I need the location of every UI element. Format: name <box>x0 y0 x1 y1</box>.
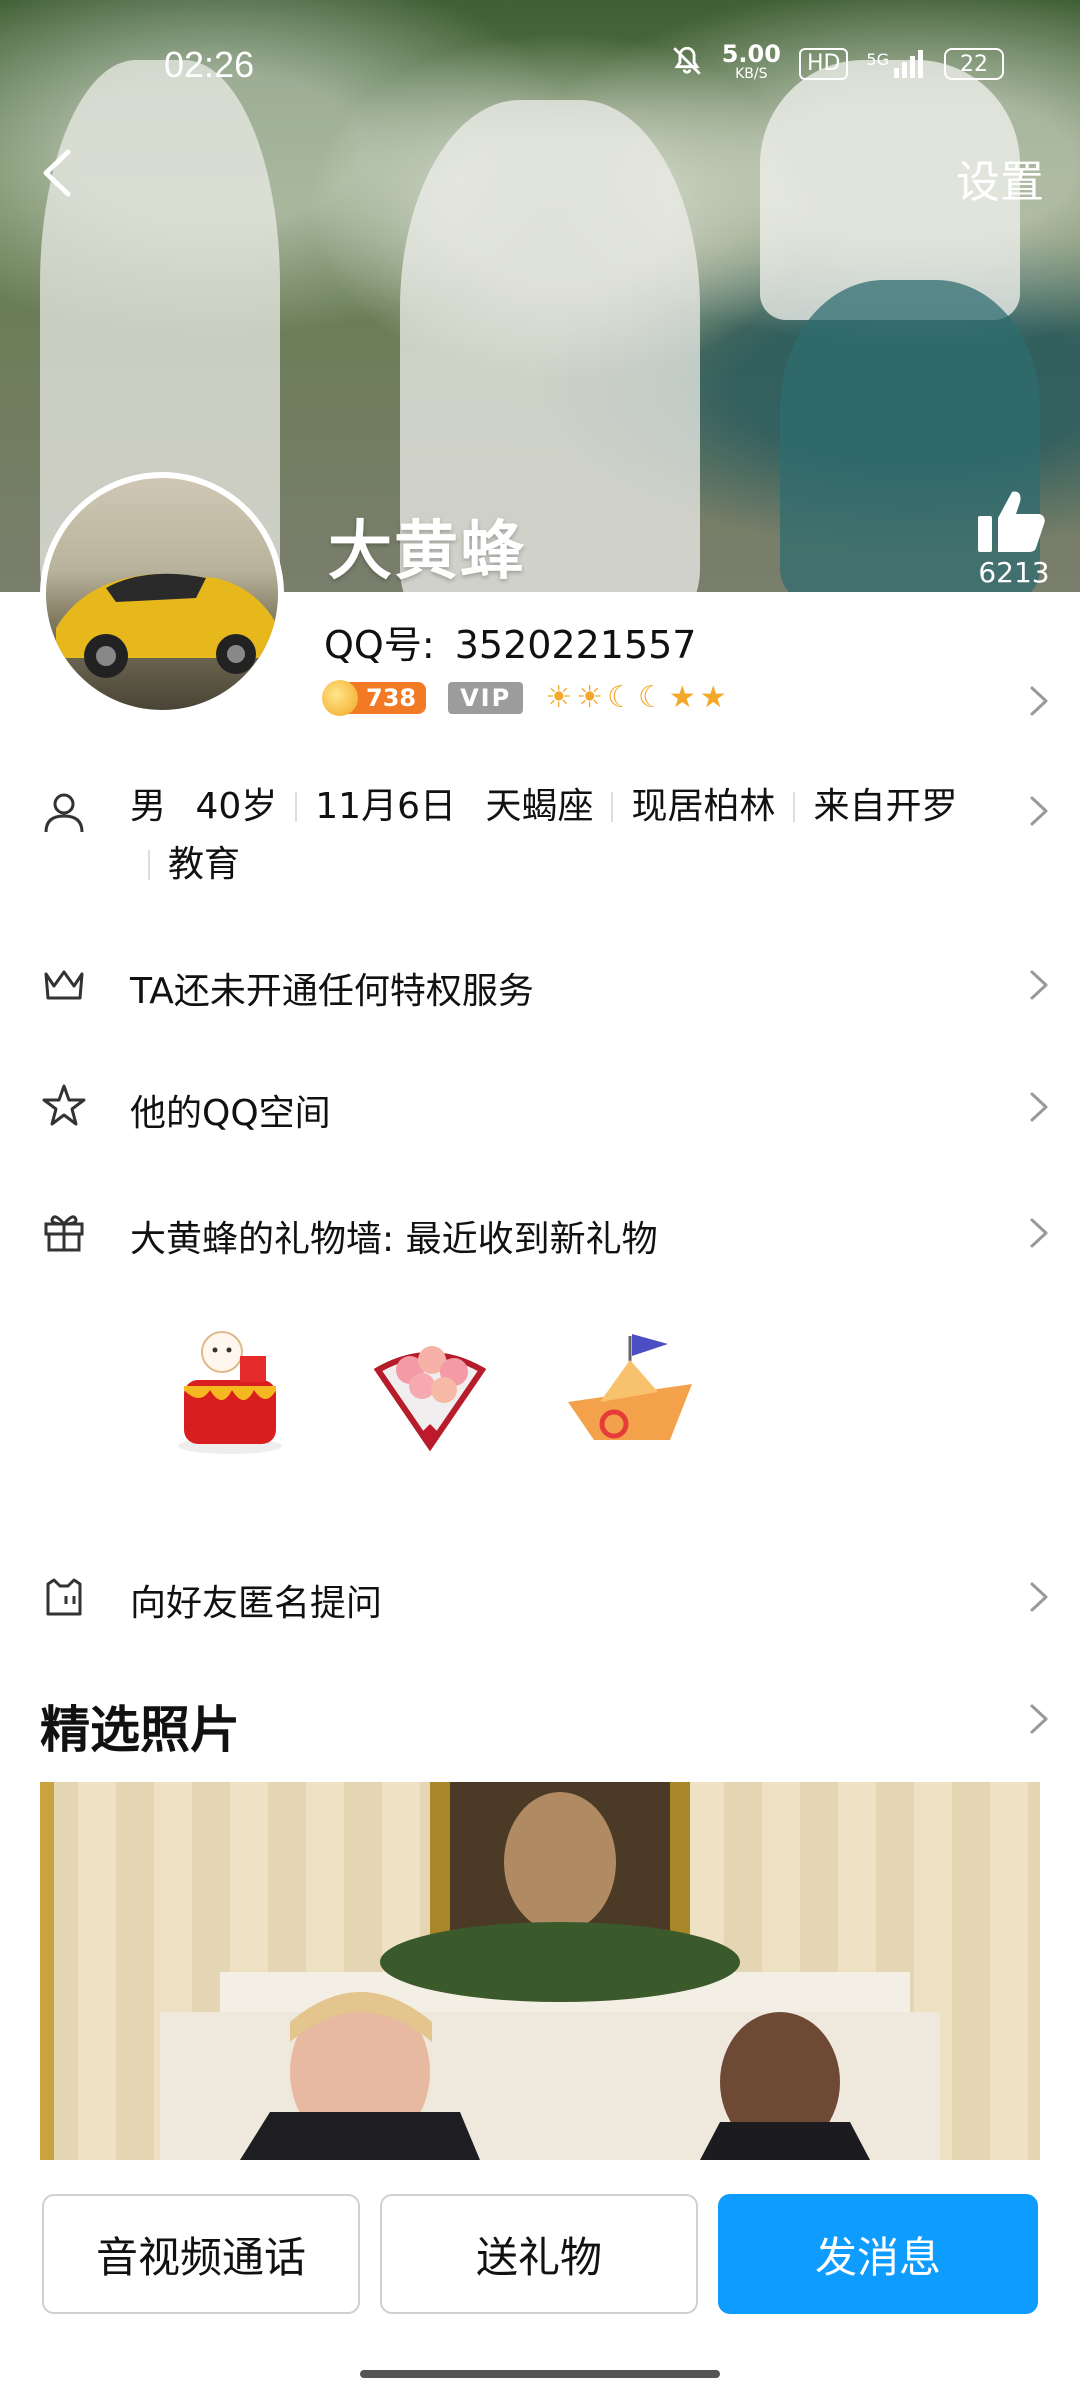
crown-icon <box>44 970 84 1000</box>
gender: 男 <box>130 786 167 827</box>
zodiac: 天蝎座 <box>485 786 594 827</box>
chevron-right-icon <box>1030 1092 1048 1122</box>
hd-icon: HD <box>798 48 849 80</box>
qq-number-label: QQ号: <box>324 623 435 667</box>
qzone-text: 他的QQ空间 <box>130 1093 331 1134</box>
qq-number: 3520221557 <box>454 623 697 667</box>
home-indicator[interactable] <box>360 2370 720 2378</box>
moon-icon: ☾ <box>637 680 665 715</box>
gift-wall-text: 大黄蜂的礼物墙: 最近收到新礼物 <box>130 1219 658 1260</box>
birthday: 11月6日 <box>315 786 456 827</box>
badges-row[interactable]: 738 VIP ☀ ☀ ☾ ☾ ★ ★ <box>322 679 727 716</box>
avatar[interactable] <box>40 472 284 716</box>
clock: 02:26 <box>164 44 255 85</box>
car-avatar-image <box>56 573 276 678</box>
person-icon <box>44 793 84 833</box>
residence: 现居柏林 <box>631 786 776 827</box>
photo-image <box>40 1782 940 2160</box>
privilege-text: TA还未开通任何特权服务 <box>130 971 534 1012</box>
sun-icon: ☀ <box>576 680 604 715</box>
chevron-right-icon <box>1030 970 1048 1000</box>
star-outline-icon <box>42 1084 86 1126</box>
profile-page: 02:26 5.00 KB/S HD 5G 22 设置 6213 大黄蜂 QQ号… <box>0 0 1080 2400</box>
paper-boat-gift-icon[interactable] <box>560 1320 700 1460</box>
gift-list <box>160 1320 700 1460</box>
status-bar: 02:26 5.00 KB/S HD 5G 22 <box>0 0 1080 132</box>
qq-level-icons: ☀ ☀ ☾ ☾ ★ ★ <box>545 680 726 715</box>
star-icon: ★ <box>699 680 727 715</box>
mask-icon <box>46 1578 82 1616</box>
chevron-right-icon <box>1030 796 1048 826</box>
qzone-row[interactable]: 他的QQ空间 <box>0 1062 1080 1152</box>
like-button[interactable] <box>976 488 1046 554</box>
cake-gift-icon[interactable] <box>160 1320 300 1460</box>
chevron-right-icon <box>1030 1582 1048 1612</box>
gift-wall-row[interactable]: 大黄蜂的礼物墙: 最近收到新礼物 <box>0 1188 1080 1278</box>
chevron-right-icon <box>1030 1218 1048 1248</box>
hometown: 来自开罗 <box>813 786 958 827</box>
battery-icon: 22 <box>944 48 1004 80</box>
anonymous-question-row[interactable]: 向好友匿名提问 <box>0 1552 1080 1642</box>
qq-number-line: QQ号: 3520221557 <box>324 614 697 669</box>
moon-icon: ☾ <box>607 680 634 715</box>
mute-icon <box>670 44 704 84</box>
anonymous-question-text: 向好友匿名提问 <box>130 1583 383 1624</box>
coin-level-badge: 738 <box>322 679 427 716</box>
bottom-action-bar: 音视频通话 送礼物 发消息 <box>0 2160 1080 2400</box>
featured-photo[interactable] <box>40 1782 1040 2160</box>
vip-badge: VIP <box>448 681 524 714</box>
chevron-right-icon[interactable] <box>1028 1702 1050 1736</box>
signal-icon: 5G <box>866 50 926 78</box>
net-speed: 5.00 KB/S <box>721 40 781 82</box>
star-icon: ★ <box>668 680 696 715</box>
sun-icon: ☀ <box>545 680 573 715</box>
gift-icon <box>44 1215 84 1252</box>
occupation: 教育 <box>168 844 241 885</box>
privilege-row[interactable]: TA还未开通任何特权服务 <box>0 940 1080 1030</box>
chevron-left-icon <box>43 149 71 197</box>
settings-button[interactable]: 设置 <box>956 146 1044 210</box>
coin-icon <box>322 679 358 716</box>
send-message-button[interactable]: 发消息 <box>718 2194 1038 2314</box>
personal-info-row[interactable]: 男 40岁 11月6日 天蝎座 现居柏林 来自开罗教育 <box>0 770 1080 920</box>
bouquet-gift-icon[interactable] <box>360 1320 500 1460</box>
display-name: 大黄蜂 <box>328 515 526 589</box>
thumbs-up-icon <box>978 491 1045 552</box>
personal-info-text: 男 40岁 11月6日 天蝎座 现居柏林 来自开罗教育 <box>130 778 960 894</box>
featured-photos-title: 精选照片 <box>40 1701 240 1759</box>
chevron-right-icon[interactable] <box>1028 684 1050 718</box>
like-count: 6213 <box>978 556 1050 589</box>
av-call-button[interactable]: 音视频通话 <box>42 2194 360 2314</box>
age: 40岁 <box>195 786 278 827</box>
back-button[interactable] <box>38 148 78 198</box>
status-icons: 5.00 KB/S HD 5G 22 <box>670 40 1004 84</box>
send-gift-button[interactable]: 送礼物 <box>380 2194 698 2314</box>
